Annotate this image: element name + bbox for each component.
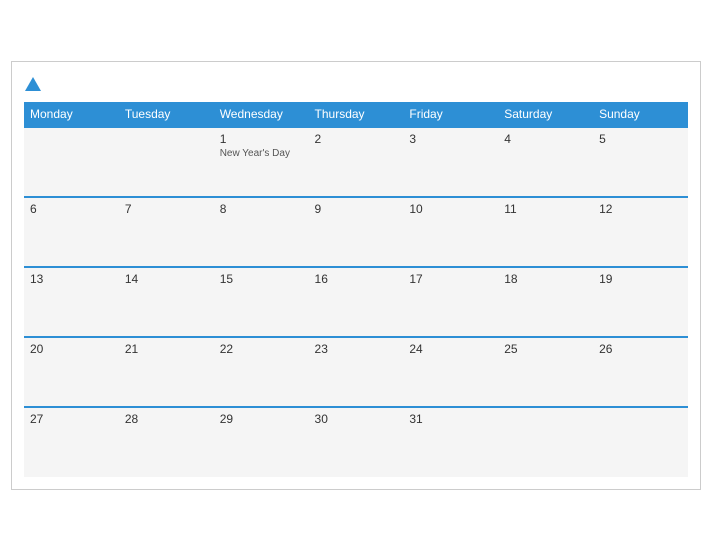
calendar-cell [593, 407, 688, 477]
day-number: 30 [315, 412, 398, 426]
weekday-header-sunday: Sunday [593, 102, 688, 127]
calendar-cell: 28 [119, 407, 214, 477]
weekday-header-row: MondayTuesdayWednesdayThursdayFridaySatu… [24, 102, 688, 127]
day-number: 20 [30, 342, 113, 356]
day-number: 12 [599, 202, 682, 216]
day-number: 22 [220, 342, 303, 356]
day-number: 3 [409, 132, 492, 146]
calendar-cell: 30 [309, 407, 404, 477]
calendar-cell: 22 [214, 337, 309, 407]
calendar-cell: 17 [403, 267, 498, 337]
calendar-cell: 13 [24, 267, 119, 337]
day-number: 2 [315, 132, 398, 146]
calendar-cell: 6 [24, 197, 119, 267]
day-number: 19 [599, 272, 682, 286]
day-number: 16 [315, 272, 398, 286]
day-number: 14 [125, 272, 208, 286]
calendar-container: MondayTuesdayWednesdayThursdayFridaySatu… [11, 61, 701, 490]
day-number: 24 [409, 342, 492, 356]
day-number: 8 [220, 202, 303, 216]
day-number: 29 [220, 412, 303, 426]
calendar-week-row: 27 28 29 30 31 [24, 407, 688, 477]
calendar-cell: 26 [593, 337, 688, 407]
day-number: 26 [599, 342, 682, 356]
calendar-cell: 5 [593, 127, 688, 197]
calendar-cell: 3 [403, 127, 498, 197]
calendar-cell: 14 [119, 267, 214, 337]
day-number: 18 [504, 272, 587, 286]
calendar-cell: 23 [309, 337, 404, 407]
calendar-cell: 8 [214, 197, 309, 267]
calendar-cell: 11 [498, 197, 593, 267]
calendar-cell [498, 407, 593, 477]
day-number: 31 [409, 412, 492, 426]
day-number: 4 [504, 132, 587, 146]
calendar-cell: 19 [593, 267, 688, 337]
day-number: 23 [315, 342, 398, 356]
day-number: 9 [315, 202, 398, 216]
weekday-header-tuesday: Tuesday [119, 102, 214, 127]
calendar-week-row: 13 14 15 16 17 18 19 [24, 267, 688, 337]
calendar-cell: 10 [403, 197, 498, 267]
day-number: 27 [30, 412, 113, 426]
calendar-cell [119, 127, 214, 197]
logo [24, 76, 42, 90]
day-number: 25 [504, 342, 587, 356]
calendar-week-row: 20 21 22 23 24 25 26 [24, 337, 688, 407]
calendar-cell: 7 [119, 197, 214, 267]
calendar-grid: MondayTuesdayWednesdayThursdayFridaySatu… [24, 102, 688, 477]
day-number: 6 [30, 202, 113, 216]
calendar-week-row: 6789 10 11 12 [24, 197, 688, 267]
calendar-cell: 1 New Year's Day [214, 127, 309, 197]
calendar-thead: MondayTuesdayWednesdayThursdayFridaySatu… [24, 102, 688, 127]
day-number: 11 [504, 202, 587, 216]
day-event: New Year's Day [220, 148, 303, 159]
weekday-header-wednesday: Wednesday [214, 102, 309, 127]
calendar-cell: 20 [24, 337, 119, 407]
day-number: 13 [30, 272, 113, 286]
day-number: 28 [125, 412, 208, 426]
calendar-cell: 25 [498, 337, 593, 407]
calendar-cell: 31 [403, 407, 498, 477]
day-number: 1 [220, 132, 303, 146]
calendar-cell: 12 [593, 197, 688, 267]
weekday-header-friday: Friday [403, 102, 498, 127]
calendar-cell: 4 [498, 127, 593, 197]
calendar-cell: 16 [309, 267, 404, 337]
day-number: 10 [409, 202, 492, 216]
calendar-tbody: 1New Year's Day2345678910111213141516171… [24, 127, 688, 477]
logo-icon [25, 77, 41, 91]
calendar-cell: 9 [309, 197, 404, 267]
day-number: 17 [409, 272, 492, 286]
weekday-header-monday: Monday [24, 102, 119, 127]
calendar-cell: 29 [214, 407, 309, 477]
calendar-cell: 21 [119, 337, 214, 407]
calendar-cell: 18 [498, 267, 593, 337]
weekday-header-saturday: Saturday [498, 102, 593, 127]
calendar-cell: 24 [403, 337, 498, 407]
calendar-cell [24, 127, 119, 197]
calendar-cell: 2 [309, 127, 404, 197]
weekday-header-thursday: Thursday [309, 102, 404, 127]
calendar-cell: 27 [24, 407, 119, 477]
day-number: 15 [220, 272, 303, 286]
calendar-week-row: 1 New Year's Day 2345 [24, 127, 688, 197]
day-number: 7 [125, 202, 208, 216]
calendar-cell: 15 [214, 267, 309, 337]
calendar-header [24, 72, 688, 94]
day-number: 5 [599, 132, 682, 146]
day-number: 21 [125, 342, 208, 356]
